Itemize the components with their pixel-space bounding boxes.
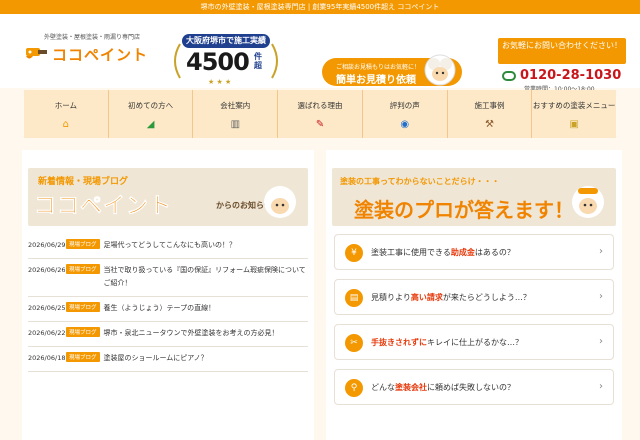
logo-tagline: 外壁塗装・屋根塗装・雨漏り専門店 bbox=[44, 34, 141, 41]
news-list-item[interactable]: 2026/06/29 現場ブログ 足場代ってどうしてこんなにも高いの！？ bbox=[28, 234, 308, 259]
faq-panel: 塗装の工事ってわからないことだらけ・・・ 塗装のプロが答えます！ ¥ 塗装工事に… bbox=[326, 150, 622, 440]
news-title-link[interactable]: 当社で取り扱っている『国の保証』リフォーム瑕疵保険についてご紹介！ bbox=[104, 264, 308, 290]
chevron-right-icon: › bbox=[599, 381, 603, 392]
search-icon: ⚲ bbox=[345, 379, 363, 397]
paint-can-icon: ▣ bbox=[569, 119, 579, 130]
free-dial-icon bbox=[502, 71, 516, 81]
top-announcement-bar: 堺市の外壁塗装・屋根塗装専門店 | 創業95年実績4500件超え ココペイント bbox=[0, 0, 640, 14]
news-panel: 新着情報・現場ブログ ココペイント からのお知らせ 2026/06/29 現場ブ… bbox=[22, 150, 314, 440]
news-hero-subtitle: 新着情報・現場ブログ bbox=[38, 177, 129, 187]
quote-label: 簡単お見積り依頼 bbox=[336, 75, 416, 86]
nav-item-menu[interactable]: おすすめの塗装メニュー ▣ bbox=[531, 90, 616, 138]
faq-question: 手抜きされずにキレイに仕上がるかな…？ bbox=[371, 338, 523, 347]
nav-item-reasons[interactable]: 選ばれる理由 ✎ bbox=[277, 90, 362, 138]
news-title-link[interactable]: 堺市・泉北ニュータウンで外壁塗装をお考えの方必見！ bbox=[104, 327, 279, 340]
faq-item-company-choice[interactable]: ⚲ どんな塗装会社に頼めば失敗しないの？ › bbox=[334, 369, 614, 405]
faq-item-quality[interactable]: ✂ 手抜きされずにキレイに仕上がるかな…？ › bbox=[334, 324, 614, 360]
receipt-icon: ▤ bbox=[345, 289, 363, 307]
news-date: 2026/06/29 bbox=[28, 241, 66, 249]
news-list-item[interactable]: 2026/06/25 現場ブログ 養生（ようじょう）テープの直線！ bbox=[28, 297, 308, 322]
phone-number[interactable]: 0120-28-1030 bbox=[520, 68, 621, 83]
nav-label: 初めての方へ bbox=[128, 101, 174, 110]
laurel-left-icon bbox=[174, 43, 181, 79]
nav-label: おすすめの塗装メニュー bbox=[532, 101, 616, 110]
contact-prompt[interactable]: お気軽にお問い合わせください！ bbox=[498, 38, 626, 64]
nav-label: 会社案内 bbox=[220, 101, 251, 110]
badge-unit: 件超 bbox=[254, 52, 262, 70]
news-category-tag: 現場ブログ bbox=[66, 264, 100, 274]
laurel-right-icon bbox=[271, 43, 278, 79]
faq-question: どんな塗装会社に頼めば失敗しないの？ bbox=[371, 383, 515, 392]
news-hero-title: ココペイント bbox=[34, 194, 173, 220]
speech-icon: ◉ bbox=[400, 119, 410, 130]
nav-item-beginners[interactable]: 初めての方へ ◢ bbox=[107, 90, 193, 138]
news-date: 2026/06/25 bbox=[28, 304, 66, 312]
nav-item-works[interactable]: 施工事例 ⚒ bbox=[446, 90, 532, 138]
news-title-link[interactable]: 塗装屋のショールームにピアノ？ bbox=[104, 352, 208, 365]
yen-icon: ¥ bbox=[345, 244, 363, 262]
nav-item-reviews[interactable]: 評判の声 ◉ bbox=[361, 90, 447, 138]
faq-hero-subtitle: 塗装の工事ってわからないことだらけ・・・ bbox=[340, 177, 500, 186]
nav-label: 評判の声 bbox=[389, 101, 420, 110]
news-category-tag: 現場ブログ bbox=[66, 239, 100, 249]
sheep-mascot-icon bbox=[424, 54, 456, 86]
paint-brush-logo-icon bbox=[26, 48, 47, 59]
news-list: 2026/06/29 現場ブログ 足場代ってどうしてこんなにも高いの！？ 202… bbox=[28, 234, 308, 372]
news-list-item[interactable]: 2026/06/22 現場ブログ 堺市・泉北ニュータウンで外壁塗装をお考えの方必… bbox=[28, 322, 308, 347]
faq-item-subsidy[interactable]: ¥ 塗装工事に使用できる助成金はあるの？ › bbox=[334, 234, 614, 270]
tools-icon: ✂ bbox=[345, 334, 363, 352]
nav-item-home[interactable]: ホーム ⌂ bbox=[24, 90, 108, 138]
nav-item-company[interactable]: 会社案内 ▥ bbox=[192, 90, 277, 138]
faq-list: ¥ 塗装工事に使用できる助成金はあるの？ › ▤ 見積りより高い請求が来たらどう… bbox=[334, 234, 614, 414]
news-date: 2026/06/22 bbox=[28, 329, 66, 337]
site-logo[interactable]: 外壁塗装・屋根塗装・雨漏り専門店 ココペイント bbox=[24, 32, 164, 76]
badge-number: 4500 bbox=[186, 48, 250, 76]
faq-item-overcharge[interactable]: ▤ 見積りより高い請求が来たらどうしよう…？ › bbox=[334, 279, 614, 315]
news-title-link[interactable]: 足場代ってどうしてこんなにも高いの！？ bbox=[104, 239, 236, 252]
badge-heading: 大阪府堺市で施工実績 bbox=[182, 34, 270, 48]
faq-question: 塗装工事に使用できる助成金はあるの？ bbox=[371, 248, 515, 257]
building-icon: ▥ bbox=[230, 119, 241, 130]
achievement-badge: 大阪府堺市で施工実績 4500 件超 ★ ★ ★ bbox=[174, 34, 278, 88]
faq-hero-title: 塗装のプロが答えます！ bbox=[354, 198, 574, 222]
chevron-right-icon: › bbox=[599, 336, 603, 347]
nav-label: ホーム bbox=[54, 101, 77, 110]
news-list-item[interactable]: 2026/06/26 現場ブログ 当社で取り扱っている『国の保証』リフォーム瑕疵… bbox=[28, 259, 308, 297]
quote-request-button[interactable]: ご相談お見積もりはお気軽に！ 簡単お見積り依頼 bbox=[322, 54, 462, 86]
quote-subtext: ご相談お見積もりはお気軽に！ bbox=[336, 64, 421, 71]
sheep-worker-icon bbox=[572, 186, 604, 218]
chevron-right-icon: › bbox=[599, 246, 603, 257]
chevron-right-icon: › bbox=[599, 291, 603, 302]
news-category-tag: 現場ブログ bbox=[66, 352, 100, 362]
nav-label: 施工事例 bbox=[474, 101, 505, 110]
faq-question: 見積りより高い請求が来たらどうしよう…？ bbox=[371, 293, 531, 302]
news-list-item[interactable]: 2026/06/18 現場ブログ 塗装屋のショールームにピアノ？ bbox=[28, 347, 308, 372]
home-icon: ⌂ bbox=[62, 119, 70, 130]
sheep-mascot-icon bbox=[264, 186, 296, 218]
news-category-tag: 現場ブログ bbox=[66, 327, 100, 337]
news-date: 2026/06/26 bbox=[28, 266, 66, 274]
badge-stars: ★ ★ ★ bbox=[208, 78, 232, 86]
site-header: 外壁塗装・屋根塗装・雨漏り専門店 ココペイント 大阪府堺市で施工実績 4500 … bbox=[0, 14, 640, 93]
brush-icon: ✎ bbox=[315, 119, 325, 130]
news-hero-banner: 新着情報・現場ブログ ココペイント からのお知らせ bbox=[28, 168, 308, 226]
main-nav: ホーム ⌂ 初めての方へ ◢ 会社案内 ▥ 選ばれる理由 ✎ 評判の声 ◉ 施工… bbox=[24, 90, 616, 138]
nav-label: 選ばれる理由 bbox=[297, 101, 343, 110]
logo-text: ココペイント bbox=[52, 46, 149, 64]
news-category-tag: 現場ブログ bbox=[66, 302, 100, 312]
beginner-icon: ◢ bbox=[146, 119, 155, 130]
news-title-link[interactable]: 養生（ようじょう）テープの直線！ bbox=[104, 302, 216, 315]
hammer-icon: ⚒ bbox=[484, 119, 494, 130]
faq-hero-banner: 塗装の工事ってわからないことだらけ・・・ 塗装のプロが答えます！ bbox=[332, 168, 616, 226]
news-date: 2026/06/18 bbox=[28, 354, 66, 362]
